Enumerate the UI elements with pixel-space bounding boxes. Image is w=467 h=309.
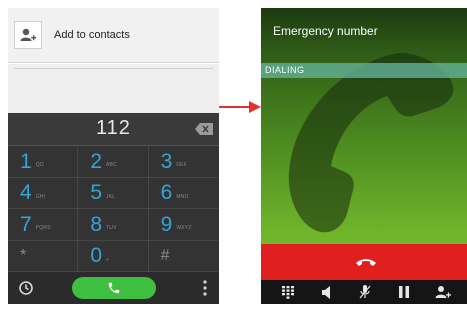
call-button[interactable] <box>72 277 156 299</box>
add-contact-icon <box>435 286 451 298</box>
dial-keypad: 1 QO 2 ABC 3 DEF 4 GHI 5 JKL 6 MNO 7 PQRS 8 TUV … <box>8 146 219 272</box>
key-letters: MNO <box>176 193 189 200</box>
key-7[interactable]: 7 PQRS <box>8 209 79 241</box>
overflow-menu-icon[interactable] <box>203 280 207 296</box>
key-letters: WXYZ <box>176 225 192 232</box>
mute-microphone-icon <box>360 285 371 299</box>
key-star[interactable]: * <box>8 240 79 272</box>
key-4[interactable]: 4 GHI <box>8 177 79 209</box>
dialed-number-row: 112 <box>8 113 219 146</box>
add-call-button[interactable] <box>435 284 451 300</box>
call-status: DIALING <box>265 65 305 75</box>
key-digit: 0 <box>90 244 103 268</box>
dialpad-icon <box>282 285 295 299</box>
backspace-icon[interactable] <box>195 123 213 135</box>
key-letters: TUV <box>106 225 117 232</box>
phone-icon <box>108 282 120 294</box>
dialer-action-bar <box>8 272 219 304</box>
pause-icon <box>399 286 410 298</box>
key-2[interactable]: 2 ABC <box>78 146 149 178</box>
hang-up-icon <box>355 259 376 266</box>
key-letters: PQRS <box>35 225 51 232</box>
key-letters: GHI <box>35 193 46 200</box>
key-0[interactable]: 0 + <box>78 240 149 272</box>
key-letters: DEF <box>176 162 187 169</box>
key-digit: 5 <box>90 181 103 205</box>
key-1[interactable]: 1 QO <box>8 146 79 178</box>
speaker-icon <box>321 285 330 299</box>
in-call-screen: Emergency number DIALING <box>261 8 467 304</box>
dialpad-button[interactable] <box>280 284 296 300</box>
key-6[interactable]: 6 MNO <box>148 178 219 209</box>
divider <box>14 68 213 69</box>
key-digit: 3 <box>160 149 173 173</box>
mute-button[interactable] <box>357 284 373 300</box>
key-letters: JKL <box>106 193 116 200</box>
key-letters: ABC <box>106 162 117 169</box>
key-digit: 6 <box>160 181 173 205</box>
key-hash[interactable]: # <box>148 241 219 272</box>
key-5[interactable]: 5 JKL <box>78 177 149 209</box>
key-digit: 2 <box>90 149 103 173</box>
end-call-button[interactable] <box>261 244 467 280</box>
speaker-button[interactable] <box>319 284 335 300</box>
key-letters: + <box>106 256 110 263</box>
key-9[interactable]: 9 WXYZ <box>148 209 219 241</box>
clock-icon[interactable] <box>18 280 34 296</box>
key-digit: 1 <box>20 149 32 173</box>
suggestions-area <box>8 64 219 113</box>
key-3[interactable]: 3 DEF <box>148 146 219 178</box>
key-digit: 7 <box>20 212 32 236</box>
call-status-bar: DIALING <box>261 63 467 78</box>
key-digit: 4 <box>20 181 32 205</box>
hold-button[interactable] <box>396 284 412 300</box>
key-digit: 9 <box>160 212 173 236</box>
add-to-contacts-row[interactable]: Add to contacts <box>8 8 219 63</box>
key-digit: * <box>20 246 27 264</box>
dialed-number: 112 <box>96 117 131 139</box>
handset-background-icon <box>288 52 454 233</box>
transition-arrow-icon <box>219 101 261 113</box>
dialer-screen: Add to contacts 112 1 QO 2 ABC 3 DEF 4 GHI 5… <box>8 8 219 304</box>
add-contact-icon <box>14 21 42 49</box>
call-title: Emergency number <box>273 24 378 38</box>
key-digit: # <box>160 246 170 264</box>
in-call-actions <box>261 280 467 304</box>
add-to-contacts-label: Add to contacts <box>54 29 130 41</box>
key-8[interactable]: 8 TUV <box>78 209 149 241</box>
key-letters: QO <box>35 162 44 169</box>
key-digit: 8 <box>90 212 103 236</box>
